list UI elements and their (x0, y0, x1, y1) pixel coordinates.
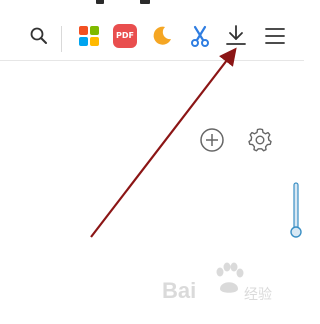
scissors-icon[interactable] (188, 24, 212, 48)
download-icon[interactable] (224, 24, 248, 48)
gear-icon[interactable] (247, 127, 273, 153)
browser-toolbar: PDF (0, 4, 304, 61)
watermark: Bai 经验 (152, 262, 298, 308)
paw-logo-icon (216, 262, 244, 293)
search-icon[interactable] (27, 24, 51, 48)
menu-icon[interactable] (263, 24, 287, 48)
apps-grid-icon[interactable] (77, 24, 101, 48)
toolbar-separator (61, 26, 62, 52)
watermark-text-2: 经验 (244, 286, 272, 302)
pdf-label: PDF (116, 31, 134, 40)
plus-circle-icon[interactable] (199, 127, 225, 153)
watermark-text: Bai (162, 278, 197, 303)
pdf-icon[interactable]: PDF (113, 24, 137, 48)
scrollbar-thumb[interactable] (290, 182, 302, 240)
night-mode-icon[interactable] (150, 24, 174, 48)
